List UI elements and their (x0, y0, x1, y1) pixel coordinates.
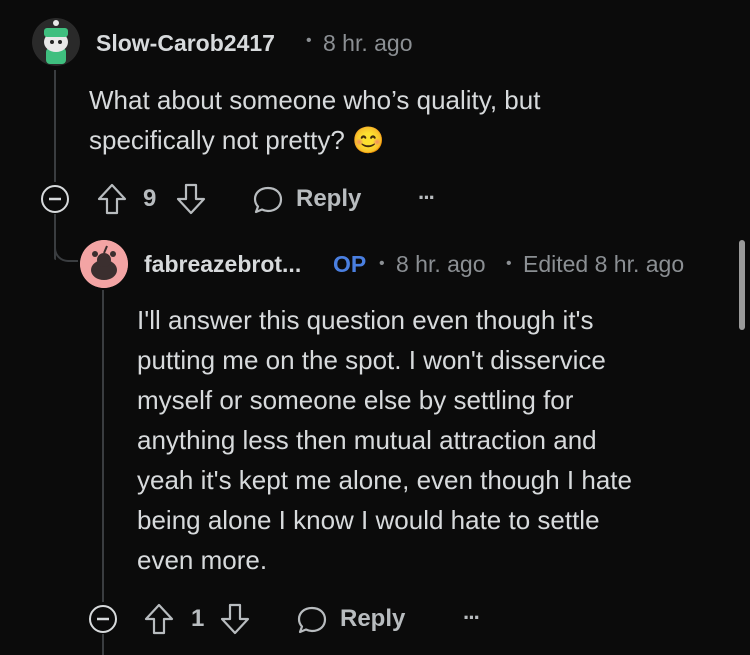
snoo-avatar-icon (32, 18, 80, 66)
comment-line: being alone I know I would hate to settl… (137, 505, 600, 535)
separator-dot: • (306, 32, 312, 49)
username[interactable]: Slow-Carob2417 (96, 30, 275, 57)
comment-line: putting me on the spot. I won't disservi… (137, 345, 606, 375)
op-badge: OP (333, 251, 367, 277)
downvote-icon[interactable] (175, 182, 207, 221)
upvote-icon[interactable] (96, 182, 128, 221)
avatar[interactable] (32, 18, 80, 66)
thread-line-elbow (54, 244, 78, 262)
reply-button[interactable]: Reply (296, 185, 361, 213)
thread-line-1 (54, 70, 56, 182)
comment-body: I'll answer this question even though it… (137, 300, 717, 580)
downvote-icon[interactable] (219, 602, 251, 641)
vote-count: 1 (191, 605, 205, 632)
comment-line: yeah it's kept me alone, even though I h… (137, 465, 632, 495)
upvote-icon[interactable] (143, 602, 175, 641)
separator-dot: • (379, 255, 385, 272)
comment-line: I'll answer this question even though it… (137, 305, 594, 335)
separator-dot: • (506, 255, 512, 272)
comment-line: anything less then mutual attraction and (137, 425, 597, 455)
timestamp: 8 hr. ago (323, 30, 413, 56)
comment-line: even more. (137, 545, 268, 575)
comment-line: myself or someone else by settling for (137, 385, 574, 415)
collapse-icon[interactable] (88, 604, 118, 639)
reply-bubble-icon[interactable] (296, 605, 328, 640)
more-options-icon[interactable]: ··· (418, 185, 436, 211)
scrollbar[interactable] (739, 240, 745, 330)
edited-label: Edited 8 hr. ago (523, 251, 685, 277)
comment-body: What about someone who’s quality, but sp… (89, 80, 649, 160)
more-options-icon[interactable]: ··· (463, 605, 481, 631)
collapse-icon[interactable] (40, 184, 70, 219)
vote-count: 9 (143, 185, 157, 212)
timestamp: 8 hr. ago (396, 251, 486, 277)
reply-button[interactable]: Reply (340, 605, 405, 633)
snoo-avatar-icon (80, 240, 128, 288)
username[interactable]: fabreazebrot... (144, 251, 301, 278)
comment-text: What about someone who’s quality, but sp… (89, 85, 541, 155)
thread-line-2 (102, 290, 104, 602)
avatar[interactable] (80, 240, 128, 288)
reply-bubble-icon[interactable] (252, 185, 284, 220)
